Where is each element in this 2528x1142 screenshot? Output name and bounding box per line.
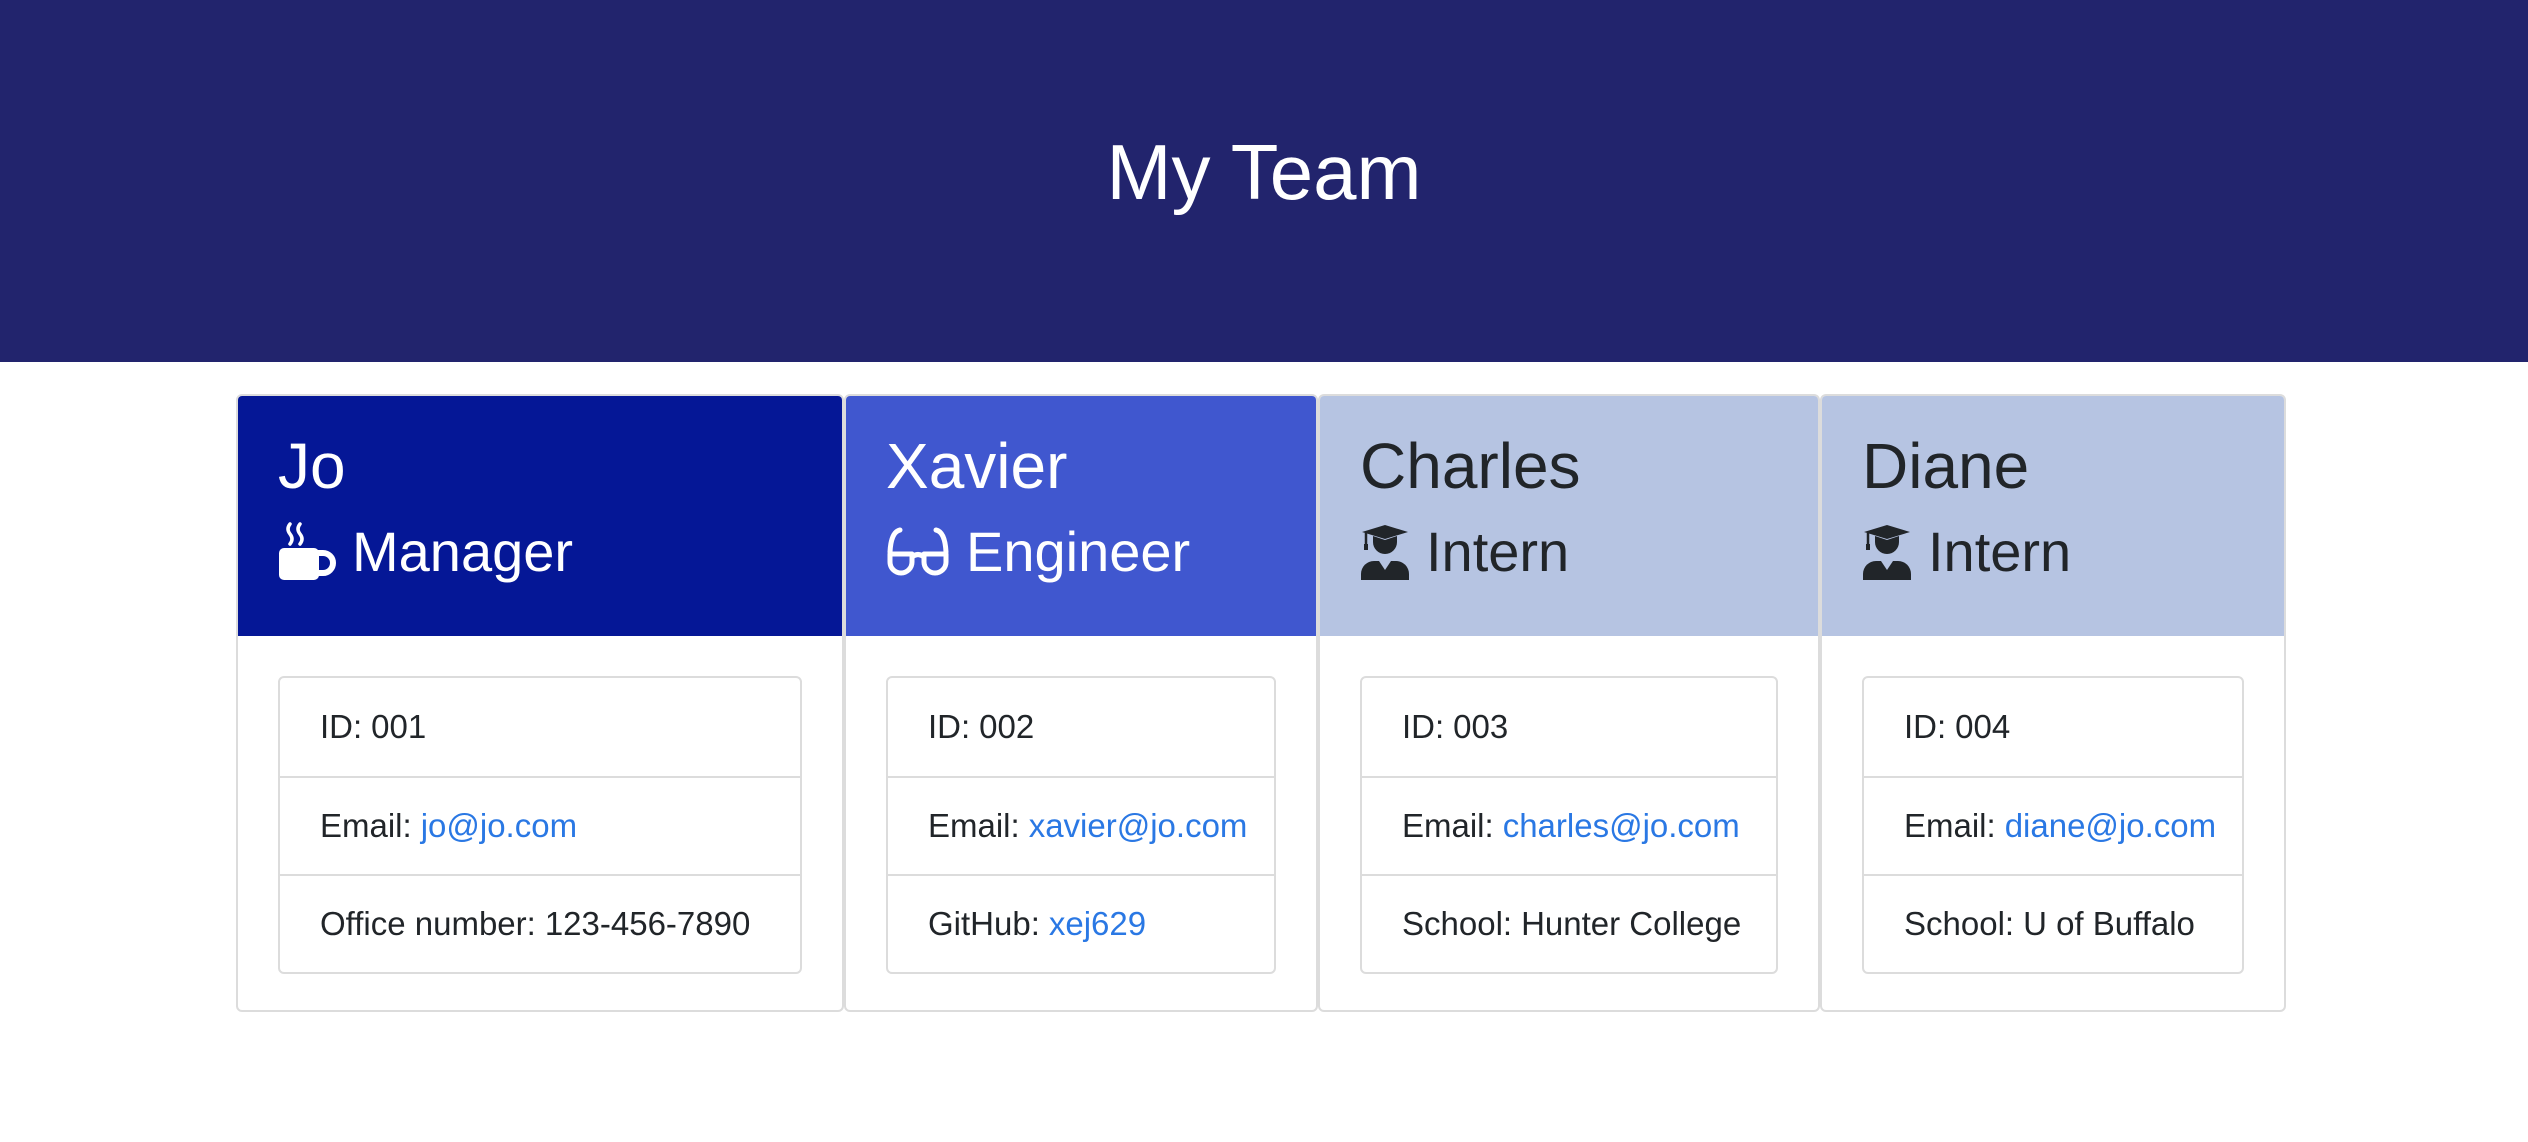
id-label: ID: <box>928 708 971 745</box>
email-label: Email: <box>320 807 412 844</box>
employee-card-engineer: Xavier Engineer ID: 002 Email: xavier@jo… <box>844 394 1318 1012</box>
details-list: ID: 001 Email: jo@jo.com Office number: … <box>278 676 802 974</box>
email-label: Email: <box>928 807 1020 844</box>
employee-role: Intern <box>1360 516 1818 588</box>
id-row: ID: 003 <box>1362 678 1776 776</box>
details-list: ID: 003 Email: charles@jo.com School: Hu… <box>1360 676 1778 974</box>
office-number-row: Office number: 123-456-7890 <box>280 874 800 972</box>
id-row: ID: 001 <box>280 678 800 776</box>
coffee-mug-icon <box>278 522 336 582</box>
school-row: School: Hunter College <box>1362 874 1776 972</box>
email-row: Email: charles@jo.com <box>1362 776 1776 874</box>
school-label: School: <box>1904 905 2015 942</box>
office-number-value: 123-456-7890 <box>544 905 751 942</box>
employee-role: Intern <box>1862 516 2284 588</box>
card-body: ID: 004 Email: diane@jo.com School: U of… <box>1822 636 2284 1010</box>
card-body: ID: 001 Email: jo@jo.com Office number: … <box>238 636 842 1010</box>
office-number-label: Office number: <box>320 905 536 942</box>
page-title: My Team <box>1106 127 1422 216</box>
email-row: Email: jo@jo.com <box>280 776 800 874</box>
id-label: ID: <box>320 708 363 745</box>
email-label: Email: <box>1402 807 1494 844</box>
id-row: ID: 004 <box>1864 678 2242 776</box>
card-body: ID: 003 Email: charles@jo.com School: Hu… <box>1320 636 1818 1010</box>
employee-card-intern: Charles Intern ID: 003 Email: charles@jo… <box>1318 394 1820 1012</box>
email-link[interactable]: xavier@jo.com <box>1029 807 1248 845</box>
card-header: Charles Intern <box>1320 396 1818 636</box>
id-label: ID: <box>1904 708 1947 745</box>
id-value: 002 <box>979 708 1035 745</box>
role-label: Engineer <box>966 520 1191 583</box>
role-label: Manager <box>352 520 574 583</box>
school-label: School: <box>1402 905 1513 942</box>
github-row: GitHub: xej629 <box>888 874 1274 972</box>
role-label: Intern <box>1928 520 2072 583</box>
role-label: Intern <box>1426 520 1570 583</box>
id-value: 004 <box>1955 708 2011 745</box>
id-value: 001 <box>371 708 427 745</box>
id-row: ID: 002 <box>888 678 1274 776</box>
email-link[interactable]: diane@jo.com <box>2005 807 2216 845</box>
github-link[interactable]: xej629 <box>1049 905 1146 943</box>
card-body: ID: 002 Email: xavier@jo.com GitHub: xej… <box>846 636 1316 1010</box>
employee-name: Diane <box>1862 430 2030 502</box>
school-row: School: U of Buffalo <box>1864 874 2242 972</box>
email-link[interactable]: jo@jo.com <box>421 807 577 845</box>
id-label: ID: <box>1402 708 1445 745</box>
email-row: Email: xavier@jo.com <box>888 776 1274 874</box>
card-header: Xavier Engineer <box>846 396 1316 636</box>
employee-name: Xavier <box>886 430 1068 502</box>
card-header: Diane Intern <box>1822 396 2284 636</box>
employee-name: Jo <box>278 430 346 502</box>
team-cards: Jo Manager ID: 001 Email: jo@jo.com Offi… <box>236 394 2286 1014</box>
github-label: GitHub: <box>928 905 1040 942</box>
details-list: ID: 004 Email: diane@jo.com School: U of… <box>1862 676 2244 974</box>
details-list: ID: 002 Email: xavier@jo.com GitHub: xej… <box>886 676 1276 974</box>
employee-card-manager: Jo Manager ID: 001 Email: jo@jo.com Offi… <box>236 394 844 1012</box>
id-value: 003 <box>1453 708 1509 745</box>
graduate-icon <box>1862 524 1912 580</box>
school-value: U of Buffalo <box>2023 905 2195 942</box>
employee-name: Charles <box>1360 430 1581 502</box>
email-label: Email: <box>1904 807 1996 844</box>
email-link[interactable]: charles@jo.com <box>1503 807 1740 845</box>
employee-role: Manager <box>278 516 842 588</box>
employee-role: Engineer <box>886 516 1316 588</box>
card-header: Jo Manager <box>238 396 842 636</box>
page-header: My Team <box>0 0 2528 362</box>
employee-card-intern: Diane Intern ID: 004 Email: diane@jo.com… <box>1820 394 2286 1012</box>
email-row: Email: diane@jo.com <box>1864 776 2242 874</box>
glasses-icon <box>886 526 950 578</box>
school-value: Hunter College <box>1521 905 1742 942</box>
graduate-icon <box>1360 524 1410 580</box>
